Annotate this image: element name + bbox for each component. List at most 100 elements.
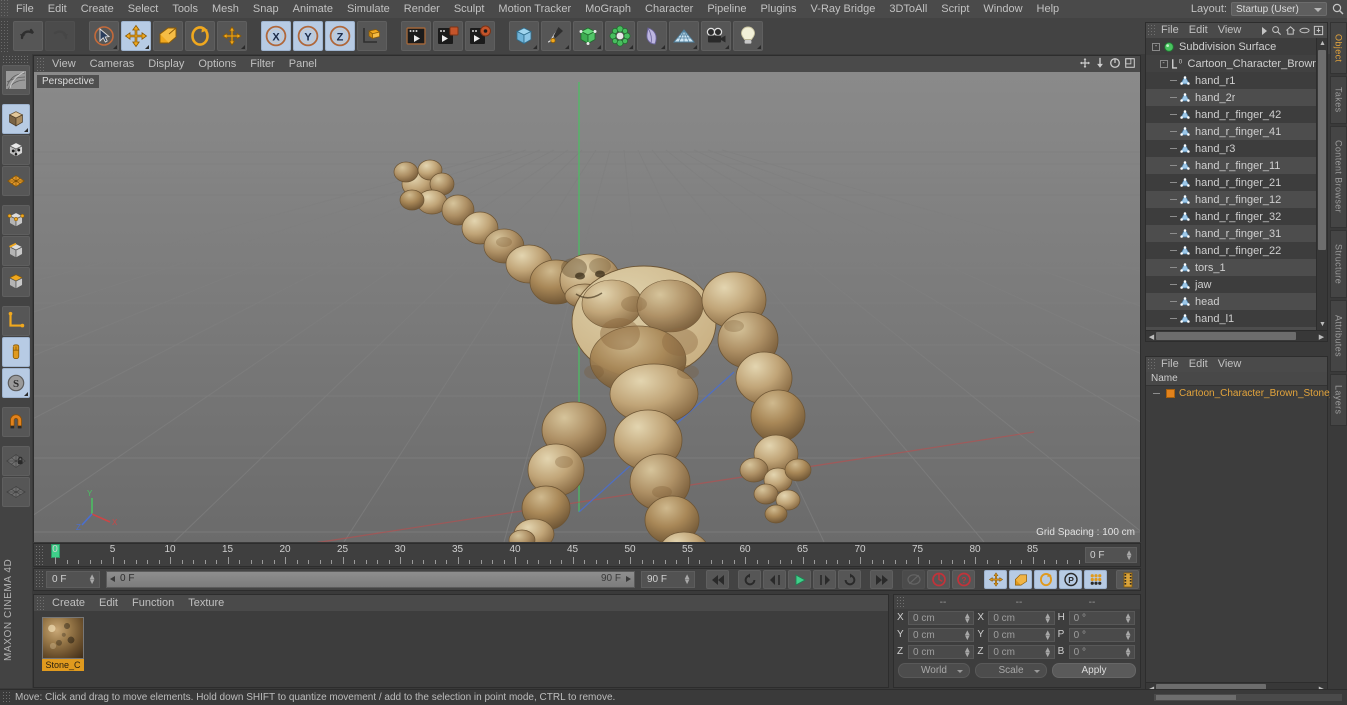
- search-icon[interactable]: [1331, 2, 1345, 16]
- spinner-icon[interactable]: ▲ ▼: [1124, 611, 1132, 624]
- render-settings-button[interactable]: [465, 21, 495, 51]
- redo-button[interactable]: [45, 21, 75, 51]
- object-tree-row[interactable]: hand_2r: [1146, 89, 1316, 106]
- key-rotation-button[interactable]: [1034, 570, 1057, 589]
- light-button[interactable]: [733, 21, 763, 51]
- viewport-menu-view[interactable]: View: [45, 56, 83, 72]
- object-tree-row[interactable]: hand_r_finger_11: [1146, 157, 1316, 174]
- menu-edit[interactable]: Edit: [41, 0, 74, 18]
- menu-pipeline[interactable]: Pipeline: [700, 0, 753, 18]
- size-z-field[interactable]: 0 cm ▲ ▼: [988, 644, 1055, 659]
- object-tree-row[interactable]: hand_r_finger_32: [1146, 208, 1316, 225]
- object-axis-button[interactable]: [2, 306, 30, 336]
- workplane-button[interactable]: [2, 477, 30, 507]
- object-tree-vscrollbar[interactable]: ▲ ▼: [1316, 38, 1327, 330]
- object-tree-row[interactable]: - 0 Cartoon_Character_Brown_Sto: [1146, 55, 1316, 72]
- menu-sculpt[interactable]: Sculpt: [447, 0, 492, 18]
- object-menu-file[interactable]: File: [1156, 23, 1184, 38]
- spinner-icon[interactable]: ▲ ▼: [1124, 645, 1132, 658]
- bend-deformer-button[interactable]: [637, 21, 667, 51]
- material-menu-edit[interactable]: Edit: [92, 595, 125, 611]
- live-selection-button[interactable]: [89, 21, 119, 51]
- material-menu-create[interactable]: Create: [45, 595, 92, 611]
- toolbar-grip[interactable]: [0, 20, 9, 52]
- tab-content-browser[interactable]: Content Browser: [1330, 126, 1347, 228]
- object-tree-row[interactable]: hand_r_finger_22: [1146, 242, 1316, 259]
- object-tree-row[interactable]: hand_r_finger_31: [1146, 225, 1316, 242]
- object-manager-grip[interactable]: [1147, 24, 1156, 37]
- range-end-handle[interactable]: 90 F: [601, 573, 632, 584]
- menu-mograph[interactable]: MoGraph: [578, 0, 638, 18]
- menu-tools[interactable]: Tools: [165, 0, 205, 18]
- nurbs-button[interactable]: [573, 21, 603, 51]
- orbit-icon[interactable]: [1109, 57, 1121, 69]
- fit-icon[interactable]: [1313, 25, 1324, 36]
- menu-file[interactable]: File: [9, 0, 41, 18]
- menu-render[interactable]: Render: [397, 0, 447, 18]
- render-region-button[interactable]: [433, 21, 463, 51]
- object-tree-row[interactable]: hand_l1: [1146, 310, 1316, 327]
- next-frame-button[interactable]: [813, 570, 836, 589]
- viewport-menu-display[interactable]: Display: [141, 56, 191, 72]
- render-view-button[interactable]: [401, 21, 431, 51]
- spinner-icon[interactable]: ▲ ▼: [963, 628, 971, 641]
- menu-snap[interactable]: Snap: [246, 0, 286, 18]
- layer-manager-grip[interactable]: [1147, 358, 1156, 371]
- menu-help[interactable]: Help: [1030, 0, 1067, 18]
- polygon-mode-button[interactable]: [2, 267, 30, 297]
- object-tree-hscrollbar[interactable]: ◀ ▶: [1146, 330, 1327, 341]
- object-tree-row[interactable]: head: [1146, 293, 1316, 310]
- object-tree-row[interactable]: hand_r3: [1146, 140, 1316, 157]
- rotation-h-field[interactable]: 0 ° ▲ ▼: [1068, 610, 1135, 625]
- home-icon[interactable]: [1285, 25, 1296, 36]
- layer-row[interactable]: Cartoon_Character_Brown_Stone_: [1146, 386, 1335, 401]
- tree-expander-icon[interactable]: -: [1159, 59, 1168, 68]
- rotation-b-field[interactable]: 0 ° ▲ ▼: [1068, 644, 1135, 659]
- object-menu-edit[interactable]: Edit: [1184, 23, 1213, 38]
- pan-icon[interactable]: [1079, 57, 1091, 69]
- tab-takes[interactable]: Takes: [1330, 76, 1347, 124]
- position-y-field[interactable]: 0 cm ▲ ▼: [908, 627, 975, 642]
- uv-mesh-button[interactable]: [2, 166, 30, 196]
- menu-vray-bridge[interactable]: V-Ray Bridge: [804, 0, 883, 18]
- key-scale-button[interactable]: [1009, 570, 1032, 589]
- menu-select[interactable]: Select: [121, 0, 166, 18]
- viewport-menu-cameras[interactable]: Cameras: [83, 56, 142, 72]
- more-arrow-icon[interactable]: [1260, 26, 1268, 36]
- lock-z-button[interactable]: Z: [325, 21, 355, 51]
- status-scroll-thumb[interactable]: [1156, 695, 1236, 700]
- tree-expander-icon[interactable]: -: [1152, 42, 1160, 51]
- ellipse-icon[interactable]: [1299, 25, 1310, 36]
- end-frame-field[interactable]: 90 F ▲ ▼: [641, 571, 695, 588]
- viewport-menu-filter[interactable]: Filter: [243, 56, 281, 72]
- world-object-coord-button[interactable]: [357, 21, 387, 51]
- current-frame-field[interactable]: 0 F ▲ ▼: [46, 571, 100, 588]
- viewport-grip[interactable]: [36, 57, 45, 71]
- point-mode-button[interactable]: [2, 205, 30, 235]
- position-z-field[interactable]: 0 cm ▲ ▼: [908, 644, 975, 659]
- tab-attributes[interactable]: Attributes: [1330, 300, 1347, 372]
- spinner-icon[interactable]: ▲ ▼: [1044, 645, 1052, 658]
- rotation-p-field[interactable]: 0 ° ▲ ▼: [1068, 627, 1135, 642]
- layer-menu-file[interactable]: File: [1156, 357, 1184, 372]
- menu-character[interactable]: Character: [638, 0, 700, 18]
- spinner-icon[interactable]: ▲ ▼: [963, 645, 971, 658]
- stone-material-preview[interactable]: [42, 617, 84, 659]
- spinner-icon[interactable]: ▲ ▼: [683, 573, 691, 586]
- material-manager-grip[interactable]: [36, 596, 45, 610]
- snap-button[interactable]: S: [2, 368, 30, 398]
- autokeying-button[interactable]: ?: [952, 570, 975, 589]
- status-scrollbar[interactable]: [1153, 693, 1343, 702]
- spinner-icon[interactable]: ▲ ▼: [1124, 628, 1132, 641]
- material-item[interactable]: Stone_C: [42, 617, 84, 671]
- object-tree[interactable]: - Subdivision Surface - 0 Cartoon_Character_…: [1146, 38, 1316, 330]
- spinner-icon[interactable]: ▲ ▼: [1044, 628, 1052, 641]
- object-tree-row[interactable]: hand_r_finger_42: [1146, 106, 1316, 123]
- hscroll-thumb[interactable]: [1156, 332, 1296, 340]
- layer-menu-view[interactable]: View: [1213, 357, 1247, 372]
- menu-plugins[interactable]: Plugins: [753, 0, 803, 18]
- menu-create[interactable]: Create: [74, 0, 121, 18]
- timeline-frame-field[interactable]: 0 F ▲ ▼: [1085, 547, 1137, 563]
- array-button[interactable]: [605, 21, 635, 51]
- add-spline-button[interactable]: [541, 21, 571, 51]
